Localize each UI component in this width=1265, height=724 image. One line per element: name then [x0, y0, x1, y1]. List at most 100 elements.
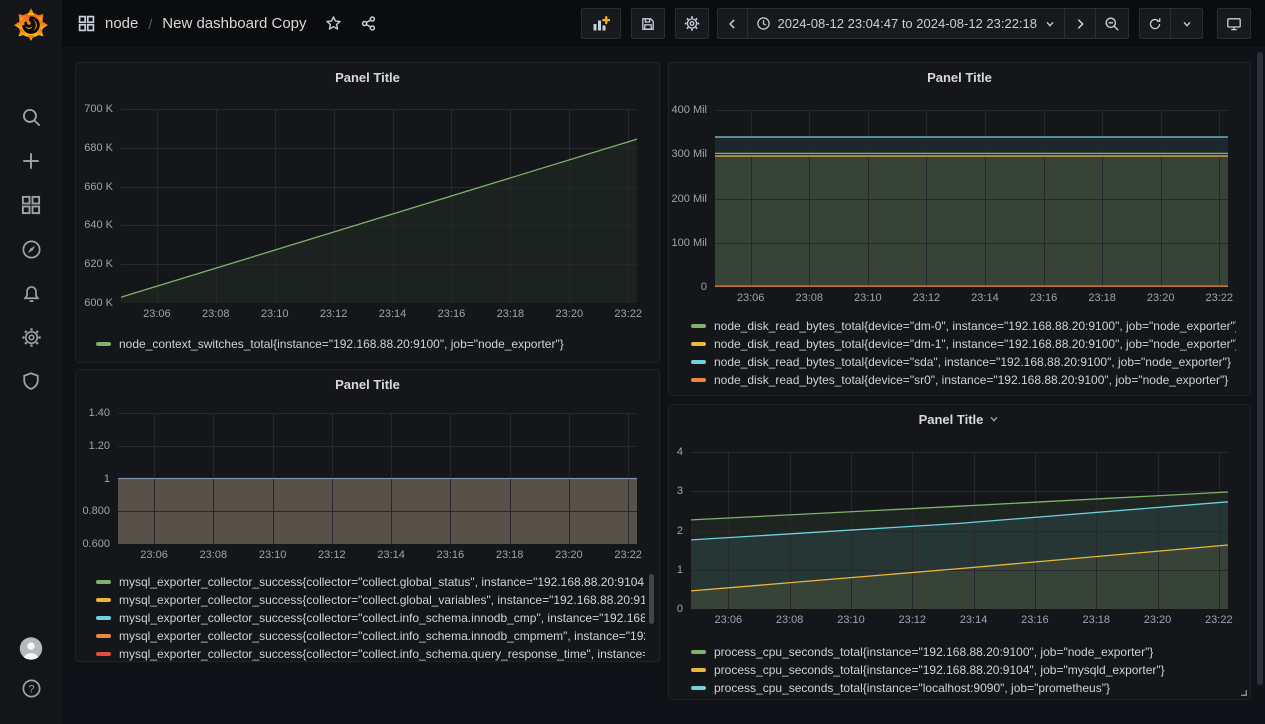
legend-item[interactable]: node_disk_read_bytes_total{device="dm-0"…	[691, 317, 1236, 335]
time-shift-forward-button[interactable]	[1065, 8, 1096, 39]
x-tick-label: 23:12	[904, 292, 948, 304]
x-tick-label: 23:14	[963, 292, 1007, 304]
user-avatar-button[interactable]	[19, 636, 43, 660]
legend-item[interactable]: process_cpu_seconds_total{instance="192.…	[691, 643, 1236, 661]
refresh-interval-dropdown[interactable]	[1171, 8, 1203, 39]
panel-menu-caret-icon	[988, 413, 1000, 425]
legend-series-name: mysql_exporter_collector_success{collect…	[119, 629, 645, 643]
legend-series-color	[96, 634, 111, 638]
y-tick-label: 660 K	[76, 180, 113, 194]
legend-item[interactable]: node_disk_read_bytes_total{device="sr0",…	[691, 371, 1236, 389]
y-tick-label: 2	[669, 524, 683, 538]
panel-resize-handle[interactable]	[1236, 685, 1248, 697]
server-admin-button[interactable]	[19, 369, 43, 393]
add-panel-button[interactable]	[581, 8, 621, 39]
x-tick-label: 23:06	[132, 549, 176, 561]
time-series-plot[interactable]	[691, 452, 1228, 609]
legend-series-color	[96, 652, 111, 656]
save-dashboard-button[interactable]	[631, 8, 665, 39]
legend-item[interactable]: node_disk_read_bytes_total{device="dm-1"…	[691, 335, 1236, 353]
graph-bars-plus-icon	[592, 16, 610, 32]
caret-down-icon	[1044, 18, 1056, 30]
shield-icon	[21, 371, 41, 391]
legend-series-color	[691, 324, 706, 328]
page-scrollbar[interactable]	[1257, 52, 1263, 685]
y-tick-label: 0	[669, 280, 707, 294]
x-tick-label: 23:06	[706, 614, 750, 626]
breadcrumb-folder[interactable]: node	[105, 15, 138, 32]
panel-title[interactable]: Panel Title	[76, 63, 659, 91]
zoom-out-time-button[interactable]	[1096, 8, 1129, 39]
legend-item[interactable]: mysql_exporter_collector_success{collect…	[96, 591, 645, 609]
breadcrumb-separator: /	[148, 16, 152, 32]
plus-icon	[21, 151, 41, 171]
dashboards-button[interactable]	[19, 193, 43, 217]
share-icon[interactable]	[360, 15, 377, 32]
panel-title[interactable]: Panel Title	[669, 63, 1250, 91]
time-series-plot[interactable]	[121, 109, 637, 303]
legend-scrollbar[interactable]	[649, 574, 654, 624]
y-tick-label: 0	[669, 602, 683, 616]
legend-item[interactable]: mysql_exporter_collector_success{collect…	[96, 573, 645, 591]
legend-series-color	[691, 686, 706, 690]
time-series-plot[interactable]	[715, 110, 1228, 287]
panel-title-text: Panel Title	[919, 412, 984, 427]
legend-series-color	[691, 360, 706, 364]
dashboard-settings-button[interactable]	[675, 8, 709, 39]
legend-series-color	[96, 598, 111, 602]
magnifier-minus-icon	[1104, 16, 1120, 32]
search-button[interactable]	[19, 105, 43, 129]
legend-series-color	[96, 616, 111, 620]
cycle-view-mode-button[interactable]	[1217, 8, 1251, 39]
star-icon[interactable]	[325, 15, 342, 32]
x-tick-label: 23:08	[787, 292, 831, 304]
legend-series-color	[96, 580, 111, 584]
chart-legend: process_cpu_seconds_total{instance="192.…	[691, 643, 1236, 699]
apps-grid-icon[interactable]	[78, 15, 95, 32]
explore-button[interactable]	[19, 237, 43, 261]
x-tick-label: 23:18	[1080, 292, 1124, 304]
panel-title[interactable]: Panel Title	[669, 405, 1250, 433]
legend-item[interactable]: mysql_exporter_collector_success{collect…	[96, 609, 645, 627]
legend-series-name: node_disk_read_bytes_total{device="sr0",…	[714, 373, 1228, 387]
legend-series-name: node_context_switches_total{instance="19…	[119, 337, 564, 351]
legend-series-color	[691, 378, 706, 382]
dashboard-title[interactable]: New dashboard Copy	[162, 15, 306, 32]
time-range-picker[interactable]: 2024-08-12 23:04:47 to 2024-08-12 23:22:…	[748, 8, 1066, 39]
grafana-logo[interactable]	[0, 0, 62, 47]
legend-item[interactable]: process_cpu_seconds_total{instance="192.…	[691, 661, 1236, 679]
compass-icon	[21, 239, 42, 260]
plot-svg	[118, 413, 637, 544]
x-tick-label: 23:20	[547, 308, 591, 320]
time-shift-back-button[interactable]	[717, 8, 748, 39]
legend-series-name: node_disk_read_bytes_total{device="dm-0"…	[714, 319, 1236, 333]
legend-series-name: mysql_exporter_collector_success{collect…	[119, 611, 645, 625]
gear-icon	[21, 327, 42, 348]
x-tick-label: 23:20	[547, 549, 591, 561]
legend-item[interactable]: process_cpu_seconds_total{instance="loca…	[691, 679, 1236, 697]
dashboard-canvas: Panel Title 600 K620 K640 K660 K680 K700…	[62, 47, 1265, 724]
legend-series-name: process_cpu_seconds_total{instance="192.…	[714, 663, 1165, 677]
refresh-icon	[1148, 16, 1162, 32]
create-button[interactable]	[19, 149, 43, 173]
y-tick-label: 1	[76, 472, 110, 486]
refresh-button[interactable]	[1139, 8, 1171, 39]
legend-series-name: mysql_exporter_collector_success{collect…	[119, 593, 645, 607]
monitor-icon	[1226, 16, 1242, 32]
legend-series-name: node_disk_read_bytes_total{device="dm-1"…	[714, 337, 1236, 351]
legend-item[interactable]: node_disk_read_bytes_total{device="sda",…	[691, 353, 1236, 371]
y-tick-label: 200 Mil	[669, 192, 707, 206]
y-tick-label: 620 K	[76, 257, 113, 271]
x-tick-label: 23:16	[428, 549, 472, 561]
floppy-save-icon	[640, 16, 656, 32]
legend-item[interactable]: node_context_switches_total{instance="19…	[96, 335, 645, 353]
legend-item[interactable]: mysql_exporter_collector_success{collect…	[96, 627, 645, 645]
graph-panel-context-switches: Panel Title 600 K620 K640 K660 K680 K700…	[75, 62, 660, 363]
configuration-button[interactable]	[19, 325, 43, 349]
time-series-plot[interactable]	[118, 413, 637, 544]
help-button[interactable]: ?	[19, 676, 43, 700]
panel-title[interactable]: Panel Title	[76, 370, 659, 398]
legend-item[interactable]: mysql_exporter_collector_success{collect…	[96, 645, 645, 661]
alerting-button[interactable]	[19, 281, 43, 305]
x-tick-label: 23:12	[312, 308, 356, 320]
